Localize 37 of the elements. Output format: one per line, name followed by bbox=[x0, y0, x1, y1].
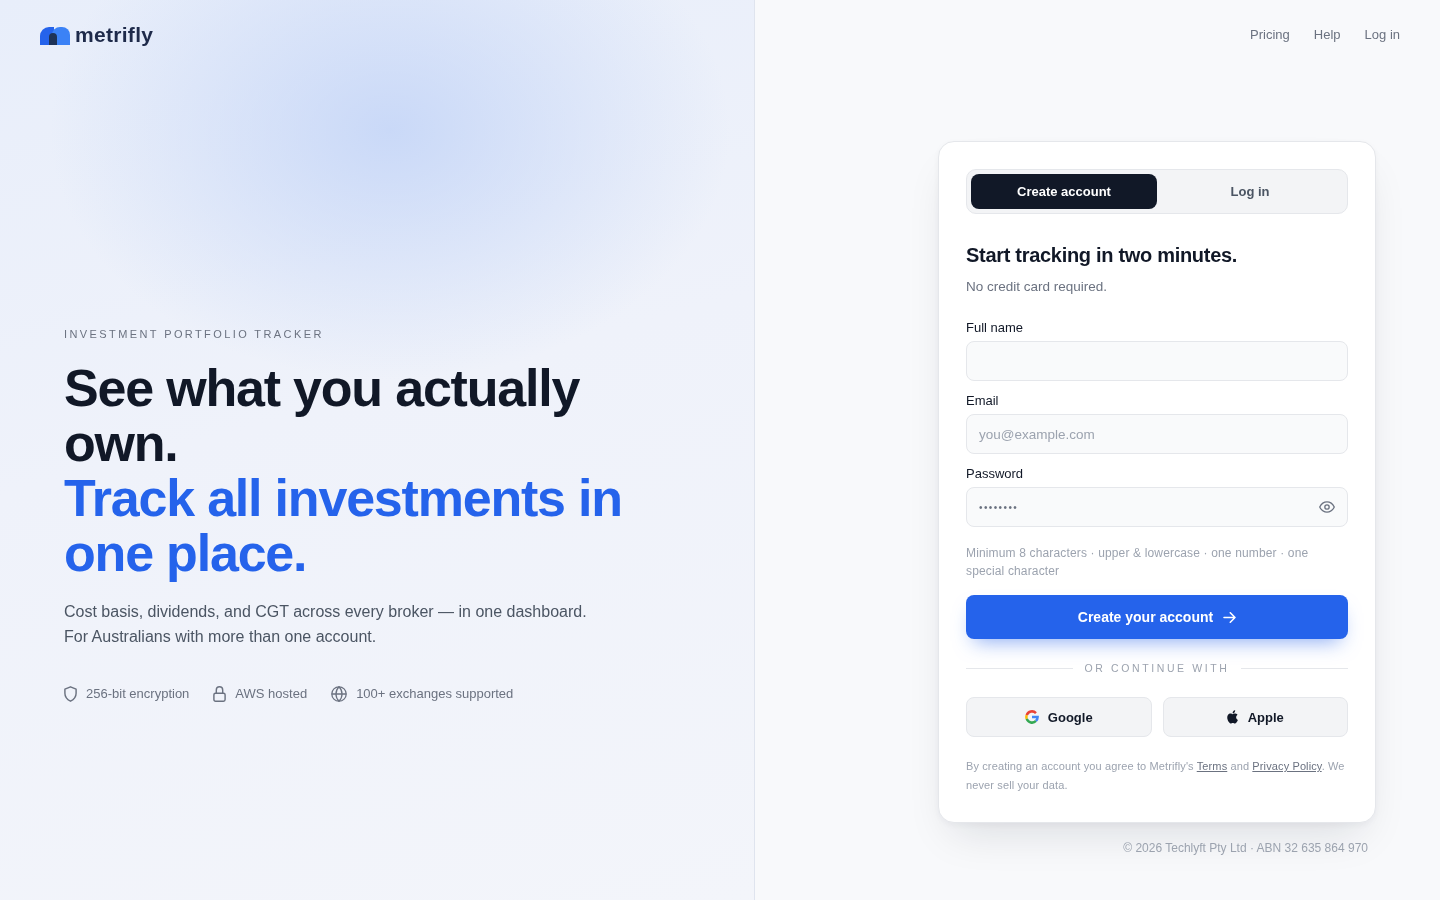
field-label: Password bbox=[966, 465, 1025, 483]
submit-button[interactable]: Create your account bbox=[966, 595, 1348, 639]
arrow-icon bbox=[1223, 611, 1237, 623]
google-logo-icon bbox=[1024, 710, 1039, 724]
tab[interactable]: Create account bbox=[971, 174, 1157, 209]
nav-link[interactable]: Pricing bbox=[1250, 26, 1290, 44]
nav-link[interactable]: Log in bbox=[1364, 26, 1400, 44]
password-hint: Minimum 8 characters · upper & lowercase · one number · one special character bbox=[966, 545, 1310, 580]
brand-name: metrifly bbox=[75, 24, 154, 46]
logo-icon bbox=[40, 25, 70, 45]
apple-logo-icon bbox=[1226, 710, 1239, 724]
shield-icon bbox=[64, 686, 77, 702]
lock-icon bbox=[213, 686, 227, 702]
form-title: Start tracking in two minutes. bbox=[966, 243, 1239, 268]
divider-label: OR CONTINUE WITH bbox=[1084, 661, 1230, 675]
email-field[interactable]: you@example.com bbox=[966, 414, 1348, 454]
tab[interactable]: Log in bbox=[1157, 174, 1343, 209]
social-login-button[interactable]: Apple bbox=[1162, 697, 1348, 737]
legal-link[interactable]: Terms bbox=[1196, 760, 1228, 772]
headline: See what you actually own. Track all investments in one place. bbox=[64, 361, 623, 581]
hero-description: Cost basis, dividends, and CGT across every broker — in one dashboard. For Australians with more than one account. bbox=[64, 602, 588, 647]
eye-icon[interactable] bbox=[1319, 501, 1335, 513]
trust-label: 100+ exchanges supported bbox=[356, 686, 514, 702]
password-field[interactable]: •••••••• bbox=[966, 487, 1348, 527]
form-subtitle: No credit card required. bbox=[966, 278, 1109, 296]
trust-label: AWS hosted bbox=[235, 686, 308, 702]
field-label: Full name bbox=[966, 319, 1025, 337]
field-label: Email bbox=[966, 392, 1000, 410]
text-field[interactable] bbox=[966, 341, 1348, 381]
globe-icon bbox=[331, 686, 348, 702]
social-login-button[interactable]: Google bbox=[966, 697, 1152, 737]
copyright-text: © 2026 Techlyft Pty Ltd · ABN 32 635 864 970 bbox=[1123, 840, 1368, 856]
legal-text: By creating an account you agree to Metrifly's Terms and Privacy Policy. We never sell your data. bbox=[966, 759, 1346, 793]
eyebrow-text: INVESTMENT PORTFOLIO TRACKER bbox=[64, 327, 325, 341]
trust-label: 256-bit encryption bbox=[86, 686, 190, 702]
nav-link[interactable]: Help bbox=[1313, 26, 1341, 44]
legal-link[interactable]: Privacy Policy bbox=[1252, 760, 1322, 772]
